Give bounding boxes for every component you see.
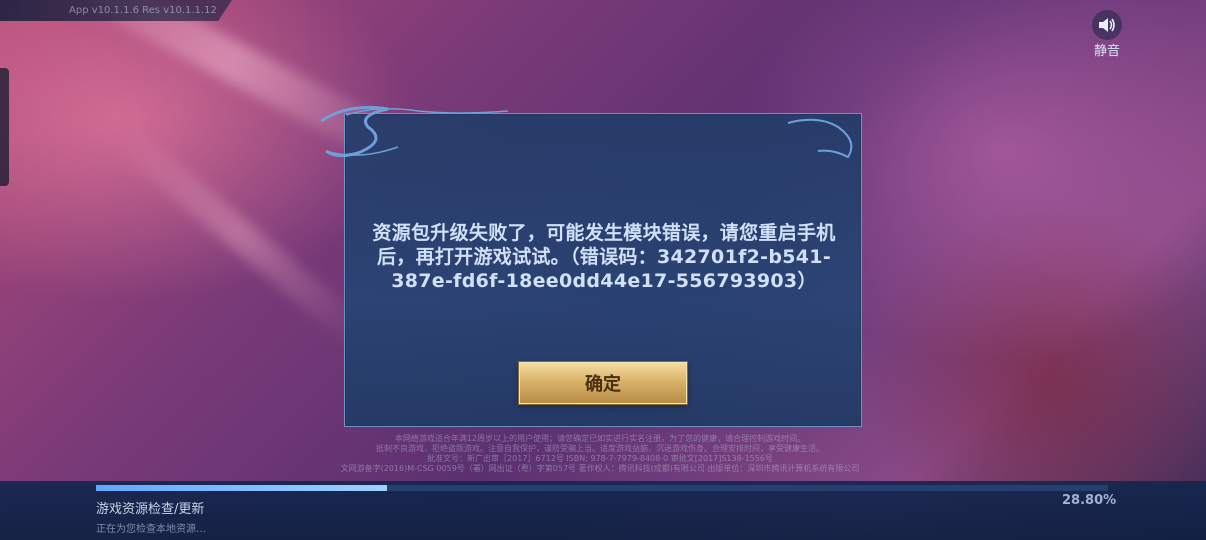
confirm-button[interactable]: 确定 (519, 362, 687, 404)
notice-line: 文网游备字(2016)M-CSG 0059号（署）网出证（粤）字第057号 著作… (340, 464, 860, 473)
mute-button[interactable]: 静音 (1088, 10, 1126, 62)
confirm-button-label: 确定 (585, 374, 621, 395)
dialog-ornament (320, 106, 853, 159)
legal-notice: 本网络游戏适合年满12周岁以上的用户使用；请您确定已如实进行实名注册。为了您的健… (290, 434, 910, 474)
mute-label: 静音 (1093, 44, 1120, 59)
version-info: App v10.1.1.6 Res v10.1.1.12 (0, 0, 232, 21)
status-subtitle: 正在为您检查本地资源… (96, 524, 206, 535)
side-pull-tab[interactable] (0, 68, 9, 186)
speaker-icon (1092, 10, 1122, 40)
error-message: 资源包升级失败了，可能发生模块错误，请您重启手机后，再打开游戏试试。（错误码：3… (372, 222, 836, 292)
progress-bar (96, 485, 1108, 491)
notice-line: 本网络游戏适合年满12周岁以上的用户使用；请您确定已如实进行实名注册。为了您的健… (394, 434, 806, 443)
progress-fill (96, 485, 388, 491)
progress-percent: 28.80% (1062, 493, 1117, 508)
status-title: 游戏资源检查/更新 (96, 502, 205, 517)
notice-line: 抵制不良游戏，拒绝盗版游戏。注意自我保护，谨防受骗上当。适度游戏益脑，沉迷游戏伤… (376, 444, 824, 453)
notice-line: 批准文号：新广出审［2017］6712号 ISBN: 978-7-7979-84… (427, 454, 773, 463)
